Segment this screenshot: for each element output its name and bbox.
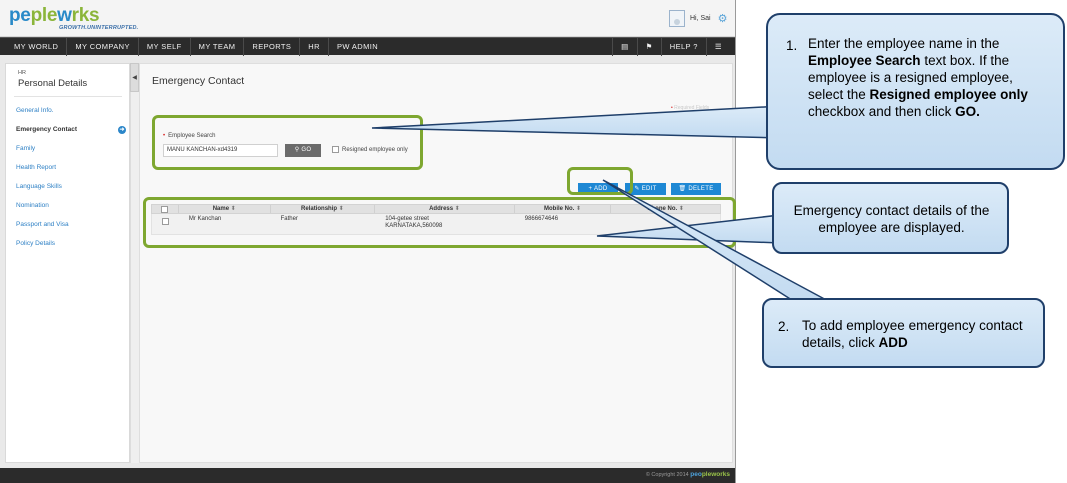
sidebar-divider [14,96,122,97]
flag-icon[interactable]: ⚑ [636,38,661,56]
sidebar-item-family[interactable]: Family [16,144,126,163]
sidebar-item-passport-visa[interactable]: Passport and Visa [16,220,126,239]
sidebar-item-general-info[interactable]: General Info. [16,106,126,125]
callout-details-displayed: Emergency contact details of the employe… [772,182,1009,254]
sidebar-item-policy-details[interactable]: Policy Details [16,239,126,258]
pencil-icon: ✎ [634,186,640,192]
required-fields-note: • Required Fields [671,105,710,111]
sidebar-item-emergency-contact[interactable]: Emergency Contact ➜ [16,125,126,144]
callout-1-text-e: checkbox and then click [808,104,956,119]
sidebar: HR Personal Details General Info. Emerge… [5,63,130,463]
sidebar-scrollbar[interactable] [130,92,139,463]
logo-text-1: pe [9,5,31,26]
avatar[interactable] [669,10,685,27]
sidebar-section-label: HR [18,70,26,76]
app-footer: © Copyright 2014 peopleworks [0,468,735,483]
nav-my-self[interactable]: MY SELF [139,38,191,56]
sidebar-title: Personal Details [18,78,88,89]
tutorial-stage: peplewrks GROWTH.UNINTERRUPTED. Hi, Sai … [0,0,1067,483]
sidebar-item-health-report[interactable]: Health Report [16,163,126,182]
sidebar-list: General Info. Emergency Contact ➜ Family… [16,106,126,258]
main-navbar: MY WORLD MY COMPANY MY SELF MY TEAM REPO… [0,37,735,56]
sidebar-item-nomination[interactable]: Nomination [16,201,126,220]
trash-icon: 🗑 [678,186,687,192]
logo-text-2: ple [30,5,58,26]
logo-tagline: GROWTH.UNINTERRUPTED. [59,25,139,31]
app-header: peplewrks GROWTH.UNINTERRUPTED. Hi, Sai … [0,0,735,37]
footer-brand-1: peo [690,471,702,478]
delete-label: DELETE [688,186,714,192]
highlight-table-area [143,197,736,248]
delete-button[interactable]: 🗑 DELETE [671,183,721,195]
nav-my-world[interactable]: MY WORLD [6,38,68,56]
nav-my-team[interactable]: MY TEAM [191,38,245,56]
edit-label: EDIT [641,186,657,192]
highlight-add-button [567,167,633,195]
callout-3-text-b: ADD [878,335,908,350]
required-note-text: Required Fields [674,105,710,111]
copyright-text: © Copyright 2014 [645,472,689,478]
nav-items: MY WORLD MY COMPANY MY SELF MY TEAM REPO… [6,38,386,56]
sidebar-item-label: Emergency Contact [16,126,78,133]
callout-step-2: 2. To add employee emergency contact det… [762,298,1045,368]
footer-brand-2: pleworks [701,471,730,478]
callout-3-text-a: To add employee emergency contact detail… [802,318,1023,350]
sitemap-icon[interactable]: ☰ [705,38,730,56]
user-area: Hi, Sai ⚙ [669,10,728,27]
callout-step-1: 1. Enter the employee name in the Employ… [766,13,1065,170]
help-icon: ? [693,42,698,51]
sidebar-item-language-skills[interactable]: Language Skills [16,182,126,201]
nav-hr[interactable]: HR [300,38,329,56]
nav-my-company[interactable]: MY COMPANY [67,38,139,56]
book-icon[interactable]: ▤ [612,38,637,56]
callout-3-text: To add employee emergency contact detail… [802,317,1033,351]
callout-2-text: Emergency contact details of the employe… [793,203,990,235]
callout-1-text-f: GO. [955,104,980,119]
callout-3-number: 2. [778,319,790,334]
logo-text-4: rks [71,5,100,26]
highlight-search-area [152,115,423,170]
peopleworks-logo[interactable]: peplewrks GROWTH.UNINTERRUPTED. [9,6,138,31]
arrow-right-icon: ➜ [118,126,126,134]
callout-1-text-b: Employee Search [808,53,921,68]
callout-1-number: 1. [786,38,798,53]
gear-icon[interactable]: ⚙ [718,12,728,25]
callout-1-text-d: Resigned employee only [869,87,1028,102]
help-label: HELP [669,42,691,51]
callout-1-text-a: Enter the employee name in the [808,36,1000,51]
copyright: © Copyright 2014 peopleworks [646,471,730,478]
sidebar-collapse-button[interactable]: ◀ [130,63,139,92]
page-title: Emergency Contact [152,75,245,87]
callout-1-text: Enter the employee name in the Employee … [808,35,1049,120]
nav-pw-admin[interactable]: PW ADMIN [329,38,386,56]
user-greeting: Hi, Sai [690,15,711,22]
help-button[interactable]: HELP ? [660,38,706,56]
logo-text-3: w [57,5,72,26]
nav-reports[interactable]: REPORTS [244,38,301,56]
nav-right: ▤ ⚑ HELP ? ☰ [612,38,730,56]
